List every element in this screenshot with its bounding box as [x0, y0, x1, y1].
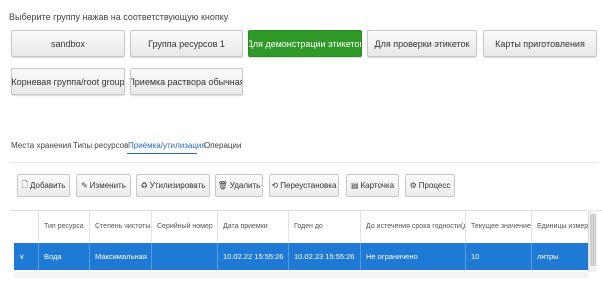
- column-header-accept-date[interactable]: Дата приемки: [217, 210, 288, 243]
- row-expand-toggle[interactable]: ∨: [14, 243, 38, 270]
- process-button-label: Процесс: [418, 181, 451, 190]
- column-header-serial[interactable]: Серийный номер: [151, 210, 217, 243]
- column-header-expiry[interactable]: Годен до: [288, 210, 360, 243]
- tab-storage-places[interactable]: Места хранения: [11, 141, 71, 150]
- cell-serial: [151, 243, 217, 270]
- cell-accept-date: 10.02.22 15:55:26: [217, 243, 288, 270]
- column-header-current-value[interactable]: Текущее значение: [465, 210, 531, 243]
- delete-button[interactable]: 🗑 Удалить: [215, 174, 263, 197]
- reinstall-button-label: Переустановка: [280, 181, 337, 190]
- group-button-prep-cards[interactable]: Карты приготовления: [483, 30, 597, 57]
- card-button-label: Карточка: [360, 181, 395, 190]
- horizontal-scrollbar[interactable]: [14, 272, 588, 278]
- group-button-solution-accept[interactable]: Приемка раствора обычная: [130, 68, 243, 95]
- edit-button[interactable]: ✎ Изменить: [76, 174, 131, 197]
- reinstall-button[interactable]: ⟲ Переустановка: [269, 174, 339, 197]
- dispose-button[interactable]: ♻ Утилизировать: [136, 174, 210, 197]
- vertical-scrollbar[interactable]: [588, 210, 597, 272]
- document-icon: 🗋: [21, 179, 29, 189]
- column-header-expand[interactable]: [14, 210, 38, 243]
- tab-acceptance-disposal[interactable]: Приёмка/утилизация: [128, 141, 206, 150]
- group-prompt: Выберите группу нажав на соответствующую…: [9, 12, 229, 22]
- tab-operations[interactable]: Операции: [204, 141, 241, 150]
- dispose-button-label: Утилизировать: [149, 181, 206, 190]
- cell-expiry: 10.02.23 15:55:26: [288, 243, 360, 270]
- group-button-root[interactable]: Корневая группа/root group: [11, 68, 125, 95]
- card-button[interactable]: ▤ Карточка: [346, 174, 399, 197]
- active-tab-indicator: [127, 153, 197, 154]
- recycle-icon: ♻: [140, 181, 148, 190]
- divider: [10, 162, 598, 163]
- group-button-label-demo[interactable]: Для демонстрации этикеток: [248, 30, 362, 57]
- edit-icon: ✎: [81, 181, 88, 190]
- cell-current-value: 10: [465, 243, 531, 270]
- process-icon: ⚙: [409, 181, 417, 190]
- cell-purity: Максимальная: [89, 243, 151, 270]
- group-button-label-check[interactable]: Для проверки этикеток: [367, 30, 477, 57]
- process-button[interactable]: ⚙ Процесс: [405, 174, 455, 197]
- cell-units: литры: [531, 243, 588, 270]
- cell-days-left: Не ограничено: [360, 243, 465, 270]
- cell-resource-type: Вода: [38, 243, 89, 270]
- column-header-purity[interactable]: Степень чистоты: [89, 210, 151, 243]
- tab-resource-types[interactable]: Типы ресурсов: [73, 141, 128, 150]
- column-header-units[interactable]: Единицы измерения: [531, 210, 588, 243]
- delete-button-label: Удалить: [229, 181, 261, 190]
- add-button-label: Добавить: [30, 181, 66, 190]
- trash-icon: 🗑: [217, 181, 228, 190]
- column-header-resource-type[interactable]: Тип ресурса: [38, 210, 89, 243]
- group-button-resources-1[interactable]: Группа ресурсов 1: [130, 30, 243, 57]
- add-button[interactable]: 🗋 Добавить: [17, 174, 70, 197]
- column-header-days-left[interactable]: До истечения срока годности(д): [360, 210, 465, 243]
- group-button-sandbox[interactable]: sandbox: [11, 30, 125, 57]
- edit-button-label: Изменить: [89, 181, 126, 190]
- scrollbar-thumb[interactable]: [590, 214, 596, 266]
- card-icon: ▤: [350, 181, 359, 190]
- reinstall-icon: ⟲: [271, 181, 279, 190]
